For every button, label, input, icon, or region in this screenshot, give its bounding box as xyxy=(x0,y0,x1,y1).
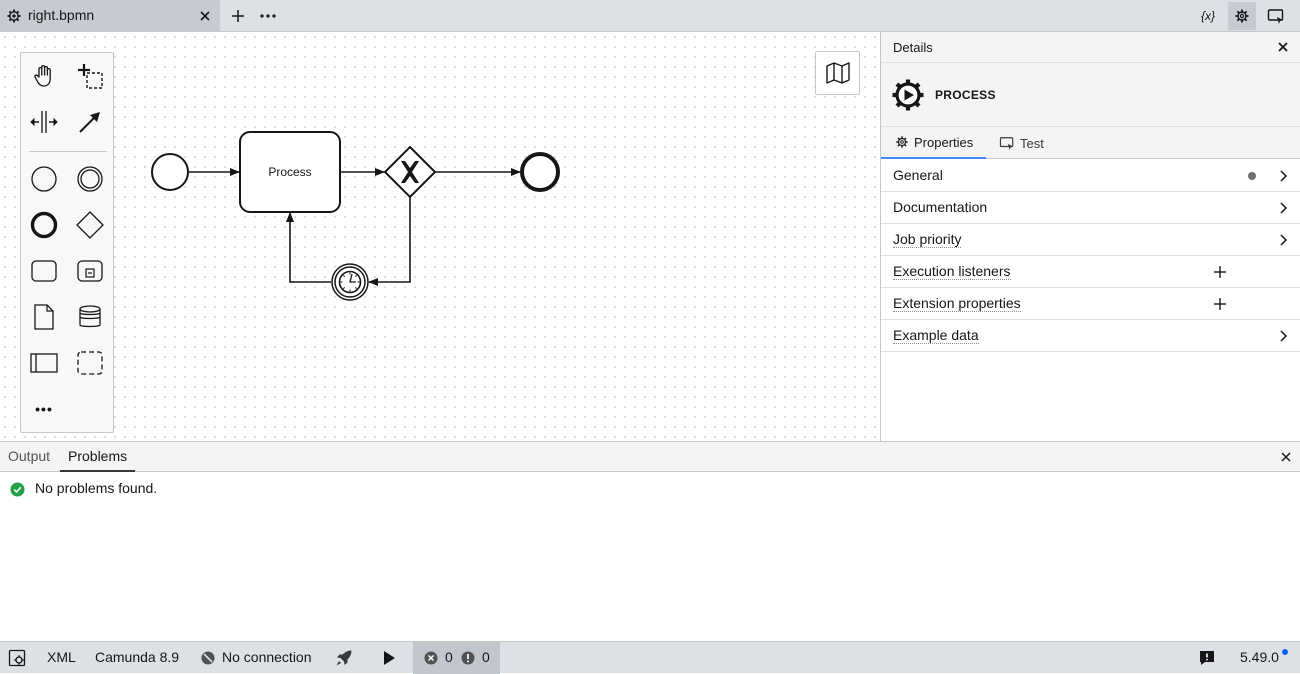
bottom-panel: Output Problems No problems found. xyxy=(0,441,1300,641)
plus-icon[interactable] xyxy=(1213,297,1227,311)
tab-output[interactable]: Output xyxy=(0,442,58,472)
group-general[interactable]: General xyxy=(881,160,1300,192)
error-icon xyxy=(424,651,438,665)
minimap-toggle-button[interactable] xyxy=(815,51,860,95)
group-execution-listeners[interactable]: Execution listeners xyxy=(881,256,1300,288)
overflow-icon xyxy=(260,14,276,18)
close-icon[interactable] xyxy=(1276,40,1290,54)
group-extension-properties[interactable]: Extension properties xyxy=(881,288,1300,320)
file-tab[interactable]: right.bpmn xyxy=(0,0,220,32)
tab-test[interactable]: Test xyxy=(999,127,1044,159)
plus-icon[interactable] xyxy=(1213,265,1227,279)
bpmn-diagram: Process xyxy=(151,131,560,301)
group-example-data-label: Example data xyxy=(893,327,979,344)
variables-icon: {x} xyxy=(1200,9,1215,23)
element-type: PROCESS xyxy=(935,88,996,102)
group-job-priority[interactable]: Job priority xyxy=(881,224,1300,256)
xml-view-button[interactable]: XML xyxy=(47,649,76,665)
tab-bar: right.bpmn {x} xyxy=(0,0,1300,32)
start-event[interactable] xyxy=(151,153,189,191)
new-tab-button[interactable] xyxy=(224,2,252,30)
tab-properties[interactable]: Properties xyxy=(881,127,986,159)
details-title: Details xyxy=(893,40,933,55)
process-icon xyxy=(892,79,924,111)
tab-overflow-button[interactable] xyxy=(254,2,282,30)
tab-properties-label: Properties xyxy=(914,134,974,150)
settings-icon xyxy=(1235,9,1249,23)
check-circle-icon xyxy=(10,482,25,497)
bottom-panel-tabs: Output Problems xyxy=(0,442,1300,472)
group-job-priority-label: Job priority xyxy=(893,231,962,248)
warning-icon xyxy=(461,651,475,665)
test-icon xyxy=(999,137,1014,150)
exclusive-gateway[interactable] xyxy=(383,145,437,199)
rocket-icon[interactable] xyxy=(335,649,353,667)
map-icon xyxy=(825,62,850,84)
gear-icon xyxy=(7,9,21,23)
sequence-flow-gateway-timer[interactable] xyxy=(368,197,411,286)
chevron-right-icon xyxy=(1280,202,1288,214)
settings-icon xyxy=(896,136,908,148)
end-event[interactable] xyxy=(520,152,560,192)
problems-message: No problems found. xyxy=(35,480,158,496)
group-execution-listeners-label: Execution listeners xyxy=(893,263,1011,280)
play-icon[interactable] xyxy=(382,650,396,666)
connection-status[interactable]: No connection xyxy=(222,649,312,665)
update-badge xyxy=(1282,649,1288,655)
close-icon[interactable] xyxy=(196,7,214,25)
chevron-right-icon xyxy=(1280,330,1288,342)
chevron-right-icon xyxy=(1280,170,1288,182)
tab-problems[interactable]: Problems xyxy=(60,442,136,472)
warning-count: 0 xyxy=(482,649,490,665)
details-tabs: Properties Test xyxy=(881,127,1300,159)
details-header: Details xyxy=(881,32,1300,63)
group-extension-properties-label: Extension properties xyxy=(893,295,1021,312)
group-documentation-label: Documentation xyxy=(893,199,988,215)
problems-counter[interactable]: 0 0 xyxy=(413,642,500,674)
error-count: 0 xyxy=(445,649,453,665)
data-marker-icon xyxy=(1248,172,1256,180)
close-icon[interactable] xyxy=(1280,451,1292,463)
feedback-icon[interactable] xyxy=(1199,650,1215,666)
status-bar: XML Camunda 8.9 No connection 0 0 5.49.0 xyxy=(0,641,1300,674)
group-example-data[interactable]: Example data xyxy=(881,320,1300,352)
app-version[interactable]: 5.49.0 xyxy=(1240,649,1279,665)
tab-label: right.bpmn xyxy=(28,7,95,23)
group-general-label: General xyxy=(893,167,943,183)
panel-toggle-icon xyxy=(1267,9,1284,24)
plus-icon xyxy=(232,10,244,22)
engine-version-button[interactable]: Camunda 8.9 xyxy=(95,649,179,665)
tab-test-label: Test xyxy=(1020,135,1044,151)
details-panel: Details PROCESS Properties Test General … xyxy=(880,32,1300,441)
timer-event[interactable] xyxy=(331,263,369,301)
chevron-right-icon xyxy=(1280,234,1288,246)
group-documentation[interactable]: Documentation xyxy=(881,192,1300,224)
properties-panel-button[interactable] xyxy=(1228,2,1256,30)
task-label: Process xyxy=(268,165,311,179)
variables-button[interactable]: {x} xyxy=(1194,2,1222,30)
test-panel-button[interactable] xyxy=(1262,2,1290,30)
sequence-flow-timer-task[interactable] xyxy=(286,212,331,283)
settings-icon[interactable] xyxy=(8,649,26,667)
disconnected-icon xyxy=(201,651,215,665)
